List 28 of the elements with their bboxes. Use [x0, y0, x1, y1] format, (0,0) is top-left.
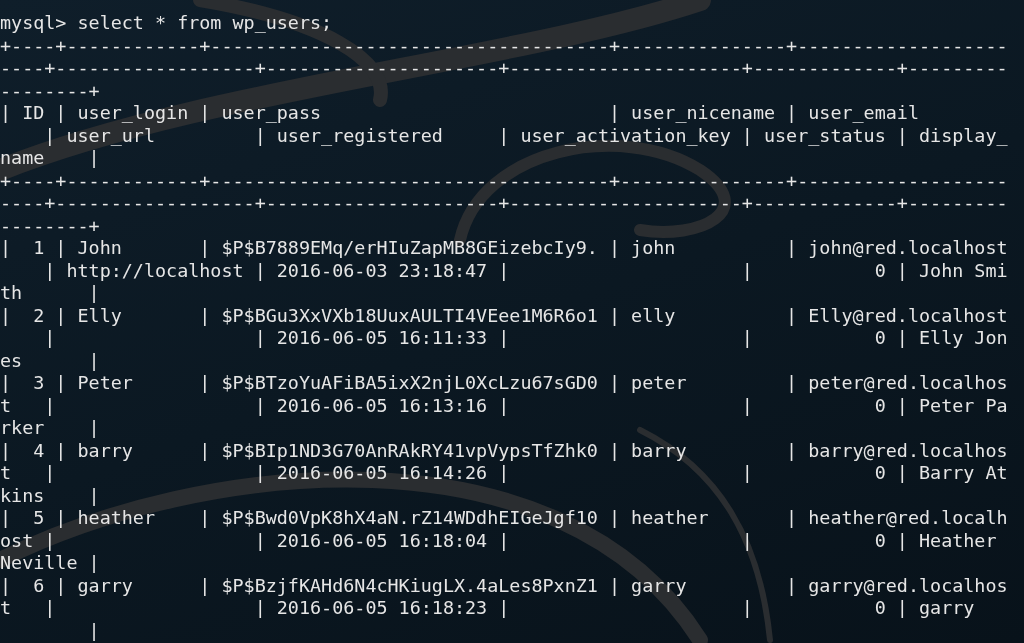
terminal-line: | 2 | Elly | $P$BGu3XxVXb18UuxAULTI4VEee1M6R6o1 | elly | Elly@red.localhost [0, 304, 1008, 327]
terminal-line: +----+------------+------------------------------------+---------------+------------------- [0, 169, 1008, 192]
terminal-line: +----+------------+------------------------------------+---------------+------------------- [0, 34, 1008, 57]
terminal-line: ----+------------------+---------------------+---------------------+-------------+--------- [0, 192, 1008, 215]
terminal-line: | 1 | John | $P$B7889EMq/erHIuZapMB8GEizebcIy9. | john | john@red.localhost [0, 237, 1008, 260]
terminal-line: kins | [0, 484, 100, 507]
terminal-line: es | [0, 349, 100, 372]
terminal-line: name | [0, 147, 100, 170]
terminal-line: t | | 2016-06-05 16:18:23 | | 0 | garry [0, 597, 975, 620]
terminal-line: t | | 2016-06-05 16:14:26 | | 0 | Barry At [0, 462, 1008, 485]
terminal-line: | [87, 619, 100, 642]
terminal-line: | 6 | garry | $P$BzjfKAHd6N4cHKiugLX.4aLes8PxnZ1 | garry | garry@red.localhos [0, 574, 1008, 597]
terminal-line: rker | [0, 417, 100, 440]
terminal-line: | http://localhost | 2016-06-03 23:18:47 | | 0 | John Smi [43, 259, 1008, 282]
terminal-line: | ID | user_login | user_pass | user_nicename | user_email [0, 102, 919, 125]
terminal-line: --------+ [0, 79, 100, 102]
terminal-line: | 3 | Peter | $P$BTzoYuAFiBA5ixX2njL0XcLzu67sGD0 | peter | peter@red.localhos [0, 372, 1008, 395]
terminal-line: --------+ [0, 214, 100, 237]
terminal-line: th | [0, 282, 100, 305]
terminal-line: | 4 | barry | $P$BIp1ND3G70AnRAkRY41vpVypsTfZhk0 | barry | barry@red.localhos [0, 439, 1008, 462]
terminal-line: Neville | [0, 552, 100, 575]
terminal-line: ost | | 2016-06-05 16:18:04 | | 0 | Heather [0, 529, 997, 552]
terminal-line: | 5 | heather | $P$Bwd0VpK8hX4aN.rZ14WDdhEIGeJgf10 | heather | heather@red.localh [0, 507, 1008, 530]
terminal-line: ----+------------------+---------------------+---------------------+-------------+--------- [0, 57, 1008, 80]
terminal-line: t | | 2016-06-05 16:13:16 | | 0 | Peter Pa [0, 394, 1008, 417]
terminal-line: | | 2016-06-05 16:11:33 | | 0 | Elly Jon [43, 327, 1008, 350]
terminal-line: | user_url | user_registered | user_activation_key | user_status | display_ [43, 124, 1008, 147]
terminal-line: mysql> select * from wp_users; [0, 12, 333, 35]
